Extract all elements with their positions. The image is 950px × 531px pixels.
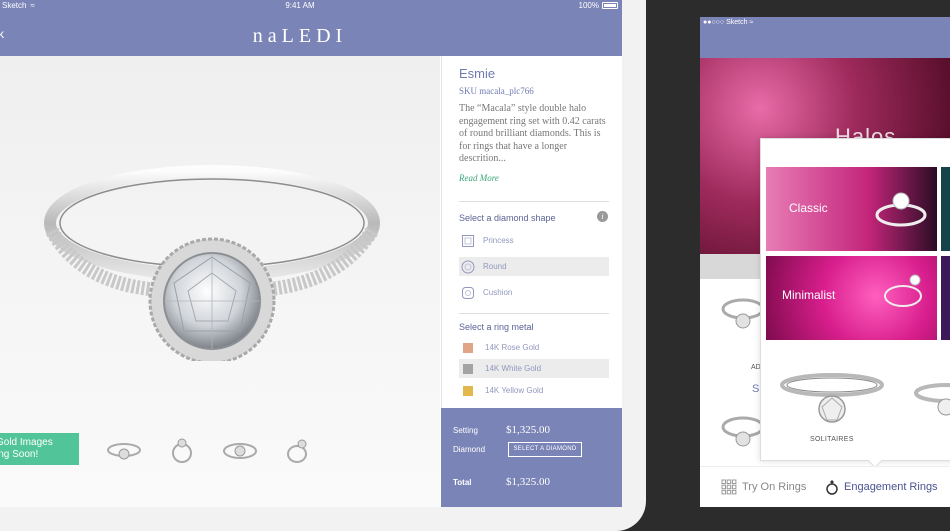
grid-icon	[721, 479, 737, 495]
solitaire-ring-image[interactable]	[777, 365, 887, 431]
status-time: 9:41 AM	[285, 1, 315, 10]
battery-icon	[602, 2, 618, 9]
iphone-carrier: Sketch	[726, 19, 748, 26]
info-icon[interactable]: i	[597, 211, 608, 222]
metal-label: 14K Yellow Gold	[485, 386, 544, 395]
tile-minimalist[interactable]: Minimalist	[766, 256, 937, 340]
shape-option-round[interactable]: Round	[459, 257, 609, 276]
divider	[459, 201, 609, 202]
ipad-screen: Sketch ≈ 9:41 AM 100% ck naLEDI	[0, 0, 622, 507]
battery-percent: 100%	[578, 1, 599, 10]
wifi-icon: ≈	[30, 1, 35, 10]
white-gold-swatch	[463, 363, 473, 374]
setting-label: Setting	[453, 426, 478, 435]
tab-label: Engagement Rings	[844, 481, 938, 493]
classic-ring-image	[875, 192, 927, 227]
tile-partial-2[interactable]	[941, 256, 950, 340]
ring-hero-image	[44, 165, 380, 361]
brand-logo: naLEDI	[252, 25, 348, 47]
solitaires-label: SOLITAIRES	[810, 436, 854, 443]
tile-partial-1[interactable]	[941, 167, 950, 251]
rose-gold-swatch	[463, 342, 473, 353]
ring-icon	[826, 480, 838, 495]
wifi-icon: ≈	[749, 19, 754, 26]
product-name: Esmie	[459, 66, 496, 81]
product-sku: SKU macala_plc766	[459, 86, 534, 96]
tab-label: Try On Rings	[742, 481, 807, 493]
tile-minimalist-label: Minimalist	[782, 288, 836, 302]
cushion-shape-icon	[461, 286, 475, 300]
divider	[459, 313, 609, 314]
iphone-status-bar: ●●○○○ Sketch ≈	[700, 17, 950, 29]
section-letter-partial: S	[752, 383, 760, 395]
thumbnail-side[interactable]	[105, 436, 143, 466]
tile-classic-label: Classic	[789, 201, 828, 215]
ipad-frame: Sketch ≈ 9:41 AM 100% ck naLEDI	[0, 0, 646, 531]
back-button[interactable]: ck	[0, 27, 4, 41]
gold-banner-line1: Gold Images	[0, 437, 53, 448]
thumbnail-strip	[105, 436, 317, 466]
metal-label: 14K Rose Gold	[485, 343, 540, 352]
tile-classic[interactable]: Classic	[766, 167, 937, 251]
shape-option-princess[interactable]: Princess	[459, 231, 609, 250]
price-panel: Setting $1,325.00 Diamond SELECT A DIAMO…	[441, 408, 622, 507]
shape-option-cushion[interactable]: Cushion	[459, 283, 609, 302]
product-description: The “Macala” style double halo engagemen…	[459, 103, 606, 164]
shape-label: Cushion	[483, 288, 513, 297]
tab-try-on-rings[interactable]: Try On Rings	[721, 479, 806, 495]
total-label: Total	[453, 478, 472, 487]
nav-bar: ck naLEDI	[0, 15, 622, 56]
status-bar: Sketch ≈ 9:41 AM 100%	[0, 0, 622, 15]
thumbnail-front[interactable]	[163, 436, 201, 466]
iphone-nav-bar	[700, 29, 950, 58]
metal-option-white-gold[interactable]: 14K White Gold	[459, 359, 609, 378]
carrier-label: Sketch	[2, 1, 27, 10]
minimalist-ring-image	[884, 274, 922, 307]
setting-price: $1,325.00	[506, 424, 550, 436]
metal-option-yellow-gold[interactable]: 14K Yellow Gold	[459, 381, 609, 400]
gold-banner-line2: ing Soon!	[0, 449, 39, 460]
ring-metal-title: Select a ring metal	[459, 322, 534, 332]
gold-images-banner: Gold Images ing Soon!	[0, 433, 79, 465]
tab-engagement-rings[interactable]: Engagement Rings	[825, 479, 938, 495]
thumbnail-angle[interactable]	[279, 436, 317, 466]
thumbnail-band[interactable]	[221, 436, 259, 466]
diamond-label: Diamond	[453, 445, 486, 454]
round-shape-icon	[461, 260, 475, 274]
read-more-link[interactable]: Read More	[459, 173, 499, 183]
iphone-tab-bar: Try On Rings Engagement Rings	[700, 466, 950, 507]
yellow-gold-swatch	[463, 385, 473, 396]
metal-label: 14K White Gold	[485, 364, 542, 373]
total-price: $1,325.00	[506, 476, 550, 488]
princess-shape-icon	[461, 234, 475, 248]
shape-label: Round	[483, 262, 507, 271]
signal-dots-icon: ●●○○○	[703, 19, 725, 26]
select-diamond-button[interactable]: SELECT A DIAMOND	[508, 442, 582, 457]
category-popup: Classic Minimalist SOLITAIRES	[760, 138, 950, 461]
diamond-shape-title: Select a diamond shape	[459, 213, 556, 223]
partial-ring-image[interactable]	[906, 379, 950, 419]
metal-option-rose-gold[interactable]: 14K Rose Gold	[459, 338, 609, 357]
shape-label: Princess	[483, 236, 514, 245]
